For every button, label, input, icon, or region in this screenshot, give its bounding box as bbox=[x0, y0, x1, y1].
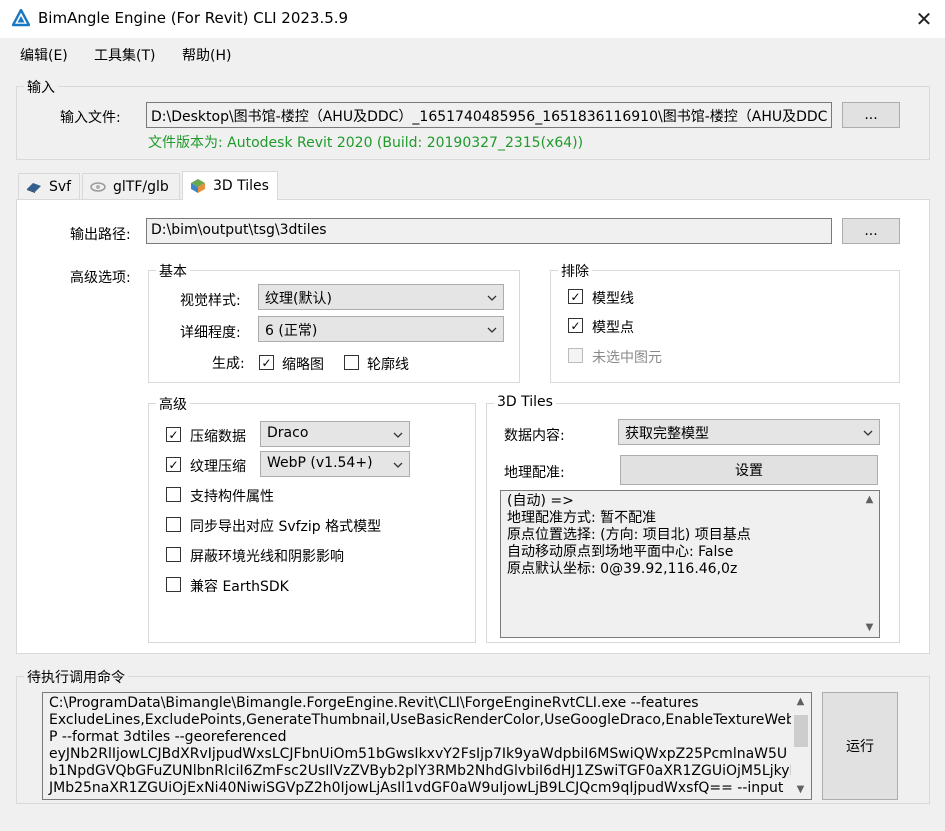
tab-3dtiles-label: 3D Tiles bbox=[213, 178, 269, 194]
input-file-browse-button[interactable]: ... bbox=[842, 102, 900, 128]
georef-info-line: 原点位置选择: (方向: 项目北) 项目基点 bbox=[507, 527, 751, 543]
georef-info-line: 自动移动原点到场地平面中心: False bbox=[507, 544, 734, 560]
bimangle-logo-icon bbox=[12, 9, 30, 27]
earthsdk-label: 兼容 EarthSDK bbox=[190, 579, 289, 595]
texture-compress-label: 纹理压缩 bbox=[190, 459, 246, 475]
compress-data-value: Draco bbox=[267, 425, 309, 441]
command-line: eyJNb2RlIjowLCJBdXRvIjpudWxsLCJFbnUiOm51… bbox=[49, 746, 788, 762]
outline-label: 轮廓线 bbox=[367, 357, 409, 373]
command-textbox[interactable]: C:\ProgramData\Bimangle\Bimangle.ForgeEn… bbox=[42, 692, 812, 800]
exclude-model-points-checkbox[interactable]: ✓ bbox=[568, 318, 583, 333]
compress-data-select[interactable]: Draco bbox=[260, 421, 410, 447]
window-title: BimAngle Engine (For Revit) CLI 2023.5.9 bbox=[38, 9, 349, 27]
run-button[interactable]: 运行 bbox=[822, 692, 898, 800]
texture-compress-select[interactable]: WebP (v1.54+) bbox=[260, 451, 410, 477]
svfzip-export-label: 同步导出对应 Svfzip 格式模型 bbox=[190, 519, 382, 535]
file-version-text: 文件版本为: Autodesk Revit 2020 (Build: 20190… bbox=[148, 135, 584, 151]
command-scrollbar[interactable]: ▲ ▼ bbox=[791, 693, 811, 799]
output-path-browse-button[interactable]: ... bbox=[842, 218, 900, 244]
svfzip-export-checkbox[interactable] bbox=[166, 517, 181, 532]
scroll-up-icon[interactable]: ▲ bbox=[861, 491, 878, 508]
command-line: JMb25naXR1ZGUiOjExNi40NiwiSGVpZ2h0IjowLj… bbox=[49, 780, 784, 796]
detail-level-select[interactable]: 6 (正常) bbox=[258, 316, 504, 342]
data-content-value: 获取完整模型 bbox=[625, 426, 709, 442]
input-file-label: 输入文件: bbox=[60, 110, 121, 126]
visual-style-select[interactable]: 纹理(默认) bbox=[258, 284, 504, 310]
menu-edit[interactable]: 编辑(E) bbox=[20, 45, 68, 65]
tab-svf[interactable]: Svf bbox=[18, 173, 80, 199]
scroll-up-icon[interactable]: ▲ bbox=[792, 693, 809, 710]
georef-settings-button[interactable]: 设置 bbox=[620, 455, 878, 485]
tab-gltf-label: glTF/glb bbox=[113, 178, 169, 195]
basic-group-title: 基本 bbox=[156, 261, 190, 281]
svf-icon bbox=[27, 182, 41, 193]
gltf-icon bbox=[90, 181, 106, 192]
compress-data-label: 压缩数据 bbox=[190, 429, 246, 445]
exclude-unselected-label: 未选中图元 bbox=[592, 350, 662, 366]
georef-info-line: (自动) => bbox=[507, 493, 574, 509]
output-path-label: 输出路径: bbox=[70, 227, 131, 243]
info-scrollbar[interactable]: ▲ ▼ bbox=[860, 491, 879, 637]
georef-info-box[interactable]: (自动) => 地理配准方式: 暂不配准 原点位置选择: (方向: 项目北) 项… bbox=[500, 490, 880, 638]
scroll-down-icon[interactable]: ▼ bbox=[861, 619, 878, 636]
exclude-unselected-checkbox bbox=[568, 348, 583, 363]
chevron-down-icon bbox=[487, 295, 497, 301]
exclude-model-lines-label: 模型线 bbox=[592, 291, 634, 307]
data-content-label: 数据内容: bbox=[504, 428, 565, 444]
input-group-title: 输入 bbox=[24, 77, 58, 97]
detail-level-value: 6 (正常) bbox=[265, 323, 318, 339]
georef-info-line: 原点默认坐标: 0@39.92,116.46,0z bbox=[507, 561, 738, 577]
input-file-field[interactable]: D:\Desktop\图书馆-楼控（AHU及DDC）_1651740485956… bbox=[146, 102, 832, 128]
disable-ambient-checkbox[interactable] bbox=[166, 547, 181, 562]
chevron-down-icon bbox=[487, 327, 497, 333]
exclude-model-points-label: 模型点 bbox=[592, 320, 634, 336]
earthsdk-checkbox[interactable] bbox=[166, 577, 181, 592]
menu-tools[interactable]: 工具集(T) bbox=[94, 45, 155, 65]
detail-level-label: 详细程度: bbox=[180, 325, 241, 341]
data-content-select[interactable]: 获取完整模型 bbox=[618, 419, 880, 445]
command-line: ExcludeLines,ExcludePoints,GenerateThumb… bbox=[49, 712, 795, 728]
tab-3dtiles[interactable]: 3D Tiles bbox=[182, 171, 278, 200]
component-properties-checkbox[interactable] bbox=[166, 487, 181, 502]
chevron-down-icon bbox=[393, 462, 403, 468]
exclude-group-title: 排除 bbox=[558, 261, 592, 281]
thumbnail-label: 缩略图 bbox=[282, 357, 324, 373]
3dtiles-icon bbox=[191, 179, 205, 193]
tab-svf-label: Svf bbox=[49, 178, 72, 195]
tab-gltf[interactable]: glTF/glb bbox=[82, 173, 180, 199]
close-icon: ✕ bbox=[915, 7, 933, 31]
scroll-thumb[interactable] bbox=[794, 715, 808, 747]
georef-label: 地理配准: bbox=[504, 465, 565, 481]
close-window-button[interactable]: ✕ bbox=[905, 2, 943, 36]
command-line: P --format 3dtiles --georeferenced bbox=[49, 729, 287, 745]
visual-style-value: 纹理(默认) bbox=[265, 291, 332, 307]
georef-info-line: 地理配准方式: 暂不配准 bbox=[507, 510, 657, 526]
outline-checkbox[interactable] bbox=[344, 355, 359, 370]
command-group-title: 待执行调用命令 bbox=[24, 667, 128, 687]
advanced-group-title: 高级 bbox=[156, 394, 190, 414]
command-line: b1NpdGVQbGFuZUNlbnRlciI6ZmFsc2UsIlVzZVBy… bbox=[49, 763, 808, 779]
texture-compress-checkbox[interactable]: ✓ bbox=[166, 457, 181, 472]
texture-compress-value: WebP (v1.54+) bbox=[267, 455, 373, 471]
visual-style-label: 视觉样式: bbox=[180, 293, 241, 309]
generate-label: 生成: bbox=[212, 356, 245, 372]
menu-help[interactable]: 帮助(H) bbox=[182, 45, 231, 65]
advanced-options-label: 高级选项: bbox=[70, 270, 131, 286]
thumbnail-checkbox[interactable]: ✓ bbox=[259, 355, 274, 370]
tiles-group-title: 3D Tiles bbox=[494, 394, 556, 410]
output-path-field[interactable]: D:\bim\output\tsg\3dtiles bbox=[146, 218, 832, 244]
scroll-down-icon[interactable]: ▼ bbox=[792, 781, 809, 798]
compress-data-checkbox[interactable]: ✓ bbox=[166, 427, 181, 442]
chevron-down-icon bbox=[393, 432, 403, 438]
command-line: C:\ProgramData\Bimangle\Bimangle.ForgeEn… bbox=[49, 695, 699, 711]
component-properties-label: 支持构件属性 bbox=[190, 489, 274, 505]
exclude-model-lines-checkbox[interactable]: ✓ bbox=[568, 289, 583, 304]
disable-ambient-label: 屏蔽环境光线和阴影影响 bbox=[190, 549, 344, 565]
chevron-down-icon bbox=[863, 430, 873, 436]
